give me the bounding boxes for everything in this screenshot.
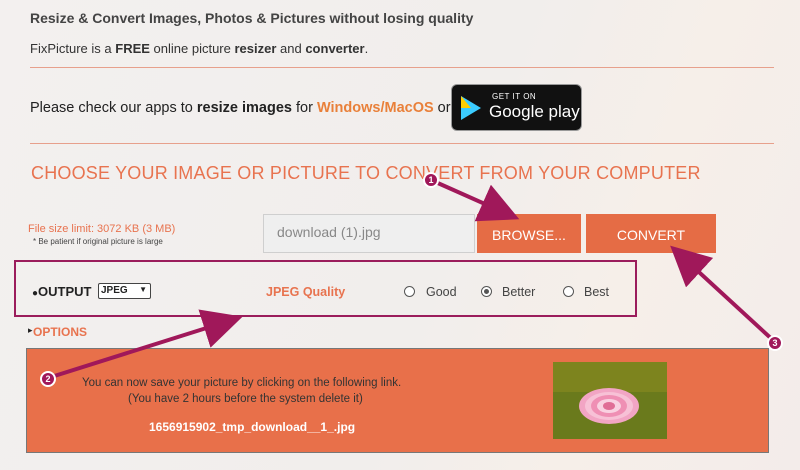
page: Resize & Convert Images, Photos & Pictur…	[0, 0, 800, 470]
annotation-marker-1: 1	[423, 172, 439, 188]
annotation-marker-2: 2	[40, 371, 56, 387]
annotation-arrows	[47, 178, 777, 380]
annotation-marker-3: 3	[767, 335, 783, 351]
